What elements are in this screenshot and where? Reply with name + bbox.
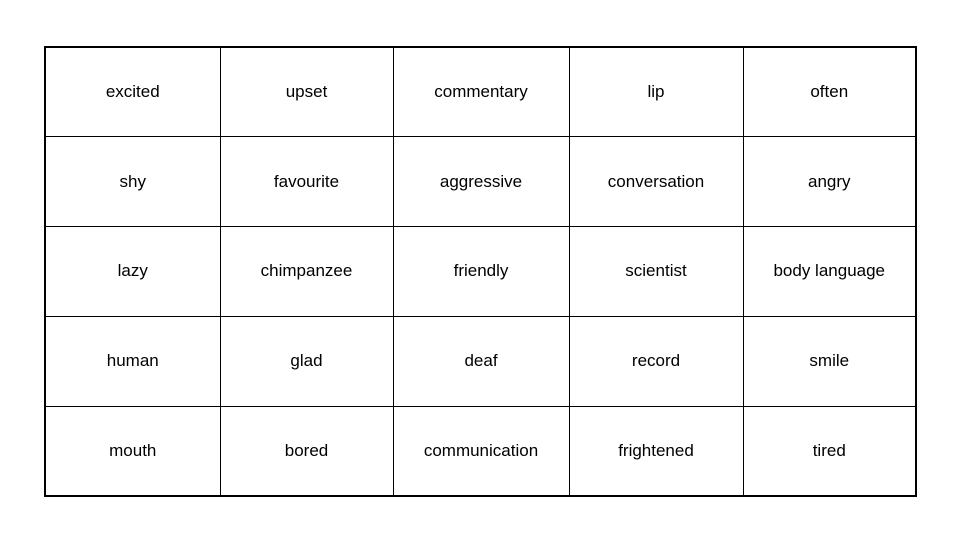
word-cell[interactable]: human <box>44 315 221 407</box>
word-cell[interactable]: mouth <box>44 405 221 497</box>
table-row: excited upset commentary lip often <box>44 46 917 138</box>
word-cell[interactable]: often <box>742 46 917 138</box>
word-cell[interactable]: glad <box>219 315 394 407</box>
table-row: human glad deaf record smile <box>44 315 917 407</box>
word-cell[interactable]: upset <box>219 46 394 138</box>
word-cell[interactable]: conversation <box>568 136 744 228</box>
word-cell[interactable]: record <box>568 315 744 407</box>
word-cell[interactable]: lazy <box>44 226 221 317</box>
word-cell[interactable]: lip <box>568 46 744 138</box>
word-cell[interactable]: smile <box>742 315 917 407</box>
word-grid-container: excited upset commentary lip often shy f… <box>44 46 917 497</box>
word-cell[interactable]: favourite <box>219 136 394 228</box>
word-cell[interactable]: scientist <box>568 226 744 317</box>
word-cell[interactable]: tired <box>742 405 917 497</box>
page-canvas: excited upset commentary lip often shy f… <box>0 0 960 540</box>
word-cell[interactable]: aggressive <box>392 136 570 228</box>
word-cell[interactable]: commentary <box>392 46 570 138</box>
table-row: shy favourite aggressive conversation an… <box>44 136 917 228</box>
table-row: mouth bored communication frightened tir… <box>44 405 917 497</box>
word-cell[interactable]: deaf <box>392 315 570 407</box>
word-cell[interactable]: friendly <box>392 226 570 317</box>
word-cell[interactable]: angry <box>742 136 917 228</box>
word-cell[interactable]: chimpanzee <box>219 226 394 317</box>
word-cell[interactable]: bored <box>219 405 394 497</box>
word-cell[interactable]: shy <box>44 136 221 228</box>
word-cell[interactable]: excited <box>44 46 221 138</box>
word-cell[interactable]: communication <box>392 405 570 497</box>
vocabulary-word-grid: excited upset commentary lip often shy f… <box>44 46 917 497</box>
word-cell[interactable]: body language <box>742 226 917 317</box>
word-cell[interactable]: frightened <box>568 405 744 497</box>
table-row: lazy chimpanzee friendly scientist body … <box>44 226 917 317</box>
